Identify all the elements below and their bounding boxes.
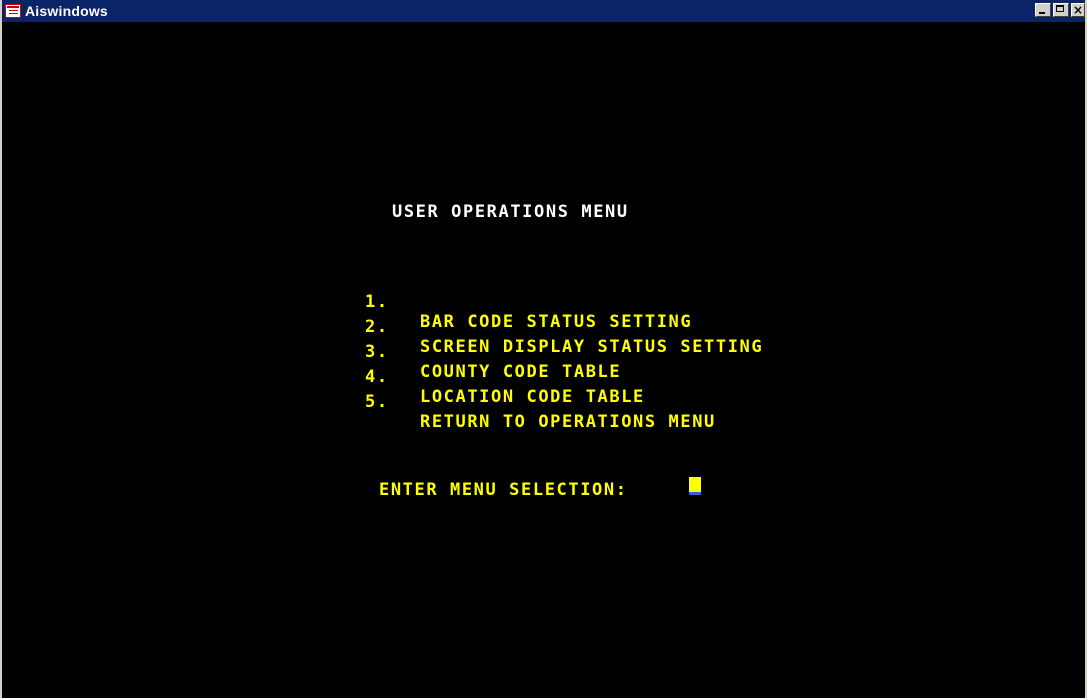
window-controls: ×	[1033, 3, 1085, 17]
selection-prompt: ENTER MENU SELECTION:	[379, 480, 628, 500]
page-title: USER OPERATIONS MENU	[392, 202, 629, 222]
maximize-icon[interactable]	[1053, 3, 1069, 17]
title-bar[interactable]: Aiswindows ×	[2, 0, 1085, 22]
menu-item-label: RETURN TO OPERATIONS MENU	[420, 412, 716, 432]
minimize-icon[interactable]	[1035, 3, 1051, 17]
terminal-screen[interactable]: USER OPERATIONS MENU 1. BAR CODE STATUS …	[2, 22, 1085, 698]
close-icon[interactable]: ×	[1071, 3, 1085, 17]
selection-input-cursor[interactable]	[689, 477, 701, 495]
menu-item-number: 5.	[365, 392, 389, 412]
menu-item-5: 5. RETURN TO OPERATIONS MENU	[2, 372, 1085, 452]
window-app-icon[interactable]	[5, 4, 21, 18]
window-title: Aiswindows	[25, 3, 108, 19]
app-window: Aiswindows × USER OPERATIONS MENU 1. BAR…	[0, 0, 1087, 698]
